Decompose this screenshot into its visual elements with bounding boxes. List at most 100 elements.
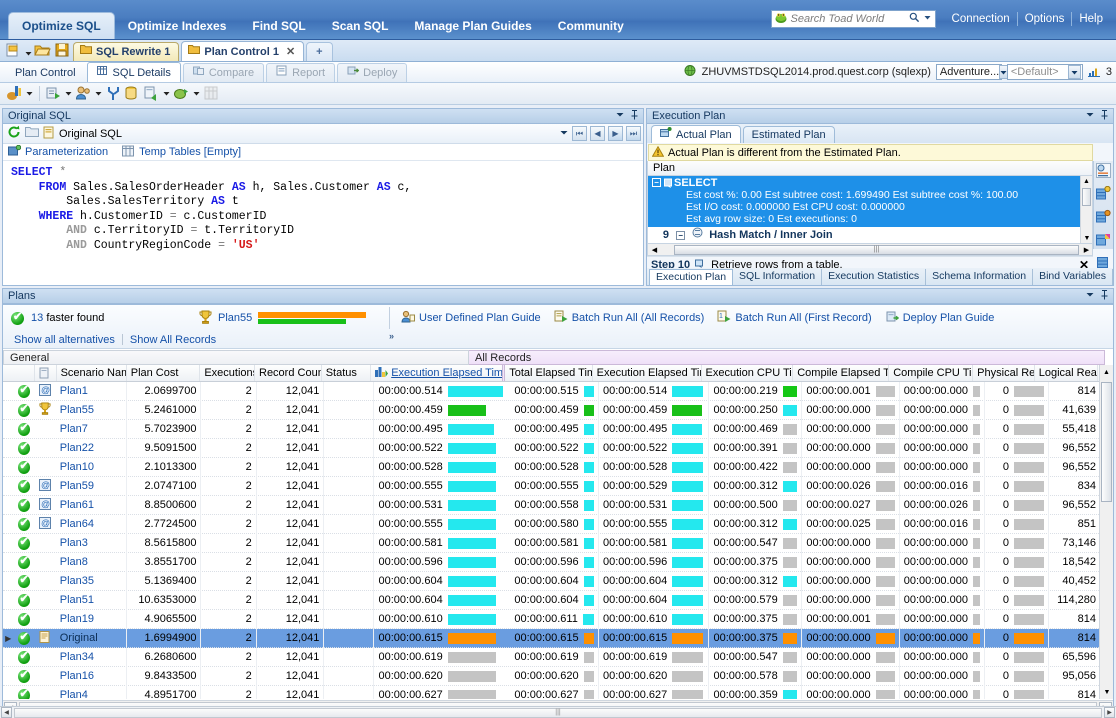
scroll-left-icon[interactable]: ◀ (1, 707, 12, 718)
tab-actual-plan[interactable]: Actual Plan (651, 125, 741, 143)
plan-tree[interactable]: − SELECT Est cost %: 0.00 Est subtree co… (647, 176, 1093, 244)
bottom-tab-schema-information[interactable]: Schema Information (926, 269, 1034, 285)
scroll-down-icon[interactable]: ▼ (1081, 233, 1092, 243)
header-status[interactable]: Status (322, 365, 372, 381)
overflow-chevron-icon[interactable]: » (389, 331, 394, 341)
save-icon[interactable] (54, 42, 72, 60)
scenario-name-link[interactable]: Plan10 (60, 461, 94, 473)
parameterization-link[interactable]: Parameterization (25, 146, 108, 158)
ribbon-tab-find-sql[interactable]: Find SQL (239, 13, 318, 39)
header-scenario-name[interactable]: Scenario Name (57, 365, 127, 381)
table-row[interactable]: Plan19 4.9065500 2 12,041 00:00:00.610 00:00:… (3, 609, 1113, 629)
optimize-sql-icon[interactable] (6, 85, 23, 102)
scenario-name-link[interactable]: Plan7 (60, 423, 88, 435)
header-compile-cpu-time[interactable]: Compile CPU Time (889, 365, 974, 381)
tree-expand-icon[interactable]: − (676, 231, 686, 241)
pin-icon[interactable] (630, 109, 639, 123)
tree-collapse-icon[interactable]: − (652, 178, 661, 187)
ribbon-tab-community[interactable]: Community (545, 13, 637, 39)
grid-vscroll-thumb[interactable] (1101, 382, 1112, 502)
table-row[interactable]: Plan22 9.5091500 2 12,041 00:00:00.522 00:00:… (3, 438, 1113, 458)
batch-run-all-records-button[interactable]: Batch Run All (All Records) (554, 310, 704, 326)
new-document-icon[interactable] (5, 42, 23, 60)
bottom-tab-execution-plan[interactable]: Execution Plan (649, 269, 734, 285)
tab-compare[interactable]: Compare (182, 63, 265, 82)
table-row[interactable]: Plan55 5.2461000 2 12,041 00:00:00.459 00:00:… (3, 400, 1113, 420)
scroll-up-icon[interactable]: ▲ (1100, 365, 1113, 379)
scenario-name-link[interactable]: Original (60, 632, 98, 644)
bottom-tab-execution-statistics[interactable]: Execution Statistics (822, 269, 927, 285)
tab-estimated-plan[interactable]: Estimated Plan (742, 126, 835, 143)
options-link[interactable]: Options (1016, 12, 1072, 26)
new-document-dropdown-icon[interactable] (24, 45, 33, 61)
table-row[interactable]: Plan4 4.8951700 2 12,041 00:00:00.627 00:00:0… (3, 685, 1113, 699)
user-defined-plan-guide-button[interactable]: User Defined Plan Guide (401, 310, 541, 326)
help-link[interactable]: Help (1071, 12, 1110, 26)
scenario-name-link[interactable]: Plan51 (60, 594, 94, 606)
ribbon-tab-optimize-sql[interactable]: Optimize SQL (8, 12, 115, 39)
grid-view-icon[interactable] (203, 85, 220, 102)
ribbon-tab-optimize-indexes[interactable]: Optimize Indexes (115, 13, 240, 39)
refresh-icon[interactable] (7, 125, 21, 142)
scenario-name-link[interactable]: Plan55 (60, 404, 94, 416)
header-physical-reads[interactable]: Physical Reads (973, 365, 1035, 381)
chevron-down-icon[interactable] (1067, 65, 1081, 79)
scenario-name-link[interactable]: Plan8 (60, 556, 88, 568)
table-row[interactable]: @ Plan1 2.0699700 2 12,041 00:00:00.514 00:00:… (3, 382, 1113, 401)
first-button[interactable]: ⏮ (572, 126, 587, 141)
tab-deploy[interactable]: Deploy (337, 63, 408, 82)
plan-database-gold-icon[interactable] (1096, 185, 1111, 204)
export-icon[interactable] (173, 85, 190, 102)
table-row[interactable]: Plan8 3.8551700 2 12,041 00:00:00.596 00:00:0… (3, 552, 1113, 572)
table-row[interactable]: Plan16 9.8433500 2 12,041 00:00:00.620 00:00:… (3, 666, 1113, 686)
search-dropdown-icon[interactable] (923, 13, 932, 25)
panel-menu-icon[interactable] (616, 110, 625, 122)
table-row[interactable]: @ Plan64 2.7724500 2 12,041 00:00:00.555 00:00… (3, 514, 1113, 534)
database-select[interactable]: Adventure... (935, 64, 1009, 80)
branch-icon[interactable] (105, 85, 122, 102)
window-horizontal-scrollbar[interactable]: ◀ ||| ▶ (0, 706, 1116, 718)
open-icon[interactable] (34, 42, 52, 60)
scroll-right-icon[interactable]: ▶ (1080, 246, 1093, 254)
tab-plan-control[interactable]: Plan Control (6, 63, 85, 82)
plan-tree-node-hash-match[interactable]: 9 − Hash Match / Inner Join (648, 227, 1092, 243)
scenario-name-link[interactable]: Plan34 (60, 651, 94, 663)
last-button[interactable]: ⏭ (626, 126, 641, 141)
connection-link[interactable]: Connection (945, 12, 1017, 26)
plan-tree-hscrollbar[interactable]: ◀ ||| ▶ (647, 244, 1093, 256)
users-dropdown-icon[interactable] (94, 86, 103, 102)
header-compile-elapsed-time[interactable]: Compile Elapsed Time (793, 365, 890, 381)
document-tab-plan-control-1[interactable]: Plan Control 1 ✕ (181, 41, 305, 61)
header-execution-elapsed-time-sorted[interactable]: Execution Elapsed Time (371, 365, 502, 381)
header-record-count[interactable]: Record Count (255, 365, 322, 381)
table-row[interactable]: ▶ Original 1.6994900 2 12,041 00:00:00.615 00:… (3, 628, 1113, 648)
combo-dropdown-icon[interactable] (560, 128, 569, 140)
table-row[interactable]: Plan7 5.7023900 2 12,041 00:00:00.495 00:00:0… (3, 419, 1113, 439)
scenario-name-link[interactable]: Plan35 (60, 575, 94, 587)
add-document-tab-button[interactable]: + (306, 42, 333, 61)
close-icon[interactable]: ✕ (286, 43, 295, 61)
show-all-records-link[interactable]: Show All Records (123, 334, 223, 346)
ribbon-tab-scan-sql[interactable]: Scan SQL (319, 13, 402, 39)
scenario-name-link[interactable]: Plan22 (60, 442, 94, 454)
schema-select[interactable]: <Default> (1006, 64, 1083, 80)
scroll-up-icon[interactable]: ▲ (1081, 176, 1092, 186)
search-input[interactable]: Search Toad World (788, 13, 909, 25)
sql-editor[interactable]: SELECT * FROM Sales.SalesOrderHeader AS … (3, 161, 643, 281)
scenario-name-link[interactable]: Plan1 (60, 385, 88, 397)
best-plan-link[interactable]: Plan55 (218, 312, 252, 324)
import-icon[interactable] (143, 85, 160, 102)
plan-tree-vscrollbar[interactable]: ▲ ▼ (1080, 176, 1092, 243)
bottom-tab-bind-variables[interactable]: Bind Variables (1033, 269, 1113, 285)
scroll-left-icon[interactable]: ◀ (648, 246, 661, 254)
table-row[interactable]: Plan51 10.6353000 2 12,041 00:00:00.604 00:00… (3, 590, 1113, 610)
pin-icon[interactable] (1100, 289, 1109, 303)
previous-button[interactable]: ◀ (590, 126, 605, 141)
scenario-name-link[interactable]: Plan61 (60, 499, 94, 511)
header-total-elapsed-time[interactable]: Total Elapsed Time (505, 365, 593, 381)
table-row[interactable]: Plan34 6.2680600 2 12,041 00:00:00.619 00:00:… (3, 647, 1113, 667)
tab-report[interactable]: Report (266, 63, 336, 82)
bottom-tab-sql-information[interactable]: SQL Information (733, 269, 823, 285)
optimize-sql-dropdown-icon[interactable] (25, 86, 34, 102)
plan-details-icon[interactable] (1096, 163, 1111, 181)
